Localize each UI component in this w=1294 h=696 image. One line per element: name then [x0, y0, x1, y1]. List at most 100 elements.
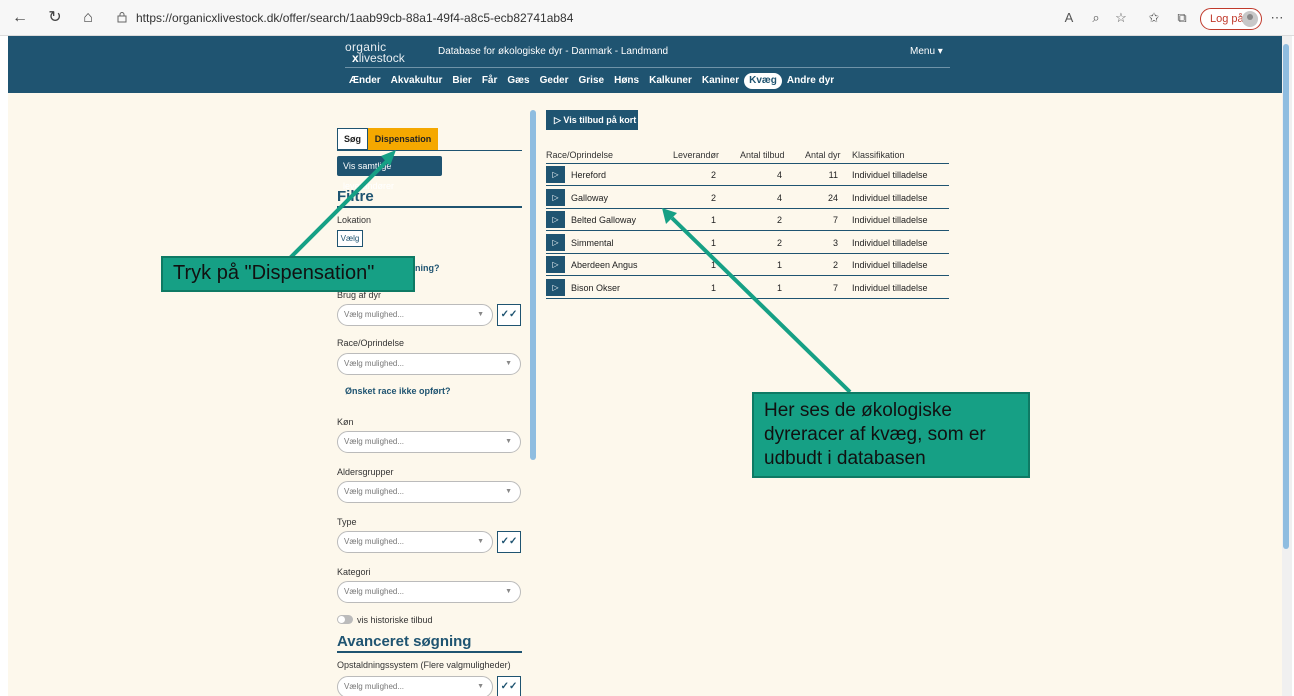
type-select[interactable]: Vælg mulighed... ▼ — [337, 531, 493, 553]
cell-suppliers: 2 — [710, 192, 716, 203]
table-row[interactable]: ▷ Aberdeen Angus 1 1 2 Individuel tilladelse — [546, 254, 949, 277]
cell-breed: Galloway — [571, 192, 609, 203]
filter-panel-scrollbar[interactable] — [530, 110, 536, 460]
table-row[interactable]: ▷ Belted Galloway 1 2 7 Individuel tilladelse — [546, 209, 949, 232]
advanced-divider — [337, 651, 522, 653]
column-header-classification[interactable]: Klassifikation — [852, 150, 905, 160]
cell-suppliers: 1 — [710, 260, 716, 271]
nav-item-2[interactable]: Bier — [447, 73, 476, 89]
cell-offers: 1 — [776, 260, 782, 271]
nav-item-6[interactable]: Grise — [574, 73, 610, 89]
home-icon[interactable]: ⌂ — [78, 9, 98, 27]
nav-item-9[interactable]: Kaniner — [697, 73, 744, 89]
nav-item-1[interactable]: Akvakultur — [386, 73, 448, 89]
lock-icon — [117, 12, 127, 23]
cell-animals: 2 — [832, 260, 838, 271]
cell-animals: 11 — [828, 170, 838, 180]
chevron-down-icon: ▼ — [505, 588, 512, 595]
location-choose-button[interactable]: Vælg — [337, 230, 363, 247]
housing-select[interactable]: Vælg mulighed... ▼ — [337, 676, 493, 696]
zoom-icon[interactable]: ⌕ — [1087, 10, 1105, 26]
column-header-animals[interactable]: Antal dyr — [805, 150, 841, 160]
column-header-suppliers[interactable]: Leverandør — [673, 150, 719, 160]
play-icon: ▷ — [554, 115, 564, 125]
housing-select-all-button[interactable]: ✓✓ — [497, 676, 521, 696]
expand-row-icon[interactable]: ▷ — [546, 256, 565, 274]
nav-item-0[interactable]: Ænder — [344, 73, 386, 89]
back-icon[interactable]: ← — [10, 9, 30, 27]
cell-breed: Bison Okser — [571, 283, 621, 293]
callout-breeds-line1: Her ses de økologiske — [764, 400, 952, 421]
chevron-down-icon: ▼ — [505, 488, 512, 495]
browser-toolbar: ← ↻ ⌂ https://organicxlivestock.dk/offer… — [0, 0, 1294, 36]
history-toggle[interactable] — [337, 615, 353, 624]
cell-animals: 7 — [832, 283, 838, 293]
history-toggle-label: vis historiske tilbud — [357, 615, 433, 625]
table-row[interactable]: ▷ Bison Okser 1 1 7 Individuel tilladelse — [546, 277, 949, 299]
favorite-add-icon[interactable]: ☆ — [1112, 10, 1130, 26]
category-select-value: Vælg mulighed... — [344, 587, 405, 596]
age-select[interactable]: Vælg mulighed... ▼ — [337, 481, 521, 503]
advanced-search-heading: Avanceret søgning — [337, 633, 472, 650]
sex-select-value: Vælg mulighed... — [344, 437, 405, 446]
callout-breeds-line2: dyreracer af kvæg, som er — [764, 424, 986, 445]
filters-heading: Filtre — [337, 188, 374, 205]
tab-divider — [337, 150, 522, 151]
menu-button[interactable]: Menu ▾ — [910, 46, 943, 57]
table-row[interactable]: ▷ Galloway 2 4 24 Individuel tilladelse — [546, 187, 949, 209]
page-scrollbar[interactable] — [1282, 36, 1292, 696]
type-select-value: Vælg mulighed... — [344, 537, 405, 546]
column-header-offers[interactable]: Antal tilbud — [740, 150, 785, 160]
logo-livestock: livestock — [358, 51, 405, 65]
breed-missing-link[interactable]: Ønsket race ikke opført? — [345, 386, 451, 396]
sex-select[interactable]: Vælg mulighed... ▼ — [337, 431, 521, 453]
tab-search[interactable]: Søg — [337, 128, 368, 150]
age-select-value: Vælg mulighed... — [344, 487, 405, 496]
read-aloud-icon[interactable]: A — [1060, 10, 1078, 25]
column-header-breed[interactable]: Race/Oprindelse — [546, 150, 613, 160]
nav-item-4[interactable]: Gæs — [502, 73, 534, 89]
nav-item-8[interactable]: Kalkuner — [644, 73, 697, 89]
use-select-all-button[interactable]: ✓✓ — [497, 304, 521, 326]
question-link[interactable]: ning? — [415, 263, 440, 273]
category-select[interactable]: Vælg mulighed... ▼ — [337, 581, 521, 603]
cell-classification: Individuel tilladelse — [852, 283, 928, 293]
reload-icon[interactable]: ↻ — [45, 9, 65, 27]
expand-row-icon[interactable]: ▷ — [546, 279, 565, 296]
show-all-suppliers-button[interactable]: Vis samtlige leverandører — [337, 156, 442, 191]
nav-item-7[interactable]: Høns — [609, 73, 644, 89]
use-select[interactable]: Vælg mulighed... ▼ — [337, 304, 493, 326]
address-bar[interactable]: https://organicxlivestock.dk/offer/searc… — [136, 11, 573, 25]
callout-dispensation: Tryk på "Dispensation" — [161, 256, 415, 292]
nav-item-3[interactable]: Får — [477, 73, 503, 89]
filters-divider — [337, 206, 522, 208]
use-select-value: Vælg mulighed... — [344, 310, 405, 319]
page-scrollbar-thumb[interactable] — [1283, 44, 1289, 549]
nav-item-5[interactable]: Geder — [535, 73, 574, 89]
nav-item-11[interactable]: Andre dyr — [782, 73, 839, 89]
tab-dispensation[interactable]: Dispensation — [368, 128, 438, 150]
expand-row-icon[interactable]: ▷ — [546, 166, 565, 183]
login-button[interactable]: Log på — [1200, 8, 1262, 30]
more-icon[interactable]: ⋯ — [1268, 10, 1286, 26]
favorites-icon[interactable]: ✩ — [1145, 10, 1163, 26]
expand-row-icon[interactable]: ▷ — [546, 233, 565, 251]
collections-icon[interactable]: ⧉ — [1173, 10, 1191, 26]
cell-suppliers: 1 — [710, 237, 716, 248]
cell-classification: Individuel tilladelse — [852, 192, 928, 203]
type-select-all-button[interactable]: ✓✓ — [497, 531, 521, 553]
breed-select[interactable]: Vælg mulighed... ▼ — [337, 353, 521, 375]
show-offers-on-map-button[interactable]: ▷ Vis tilbud på kort — [546, 110, 638, 130]
table-row[interactable]: ▷ Hereford 2 4 11 Individuel tilladelse — [546, 164, 949, 186]
logo-text-bottom[interactable]: xlivestock — [352, 51, 405, 65]
header-divider — [345, 67, 950, 68]
expand-row-icon[interactable]: ▷ — [546, 188, 565, 206]
cell-offers: 4 — [776, 192, 782, 203]
cell-breed: Simmental — [571, 237, 614, 248]
cell-suppliers: 1 — [710, 283, 716, 293]
age-label: Aldersgrupper — [337, 467, 394, 477]
cell-animals: 24 — [827, 192, 838, 203]
table-row[interactable]: ▷ Simmental 1 2 3 Individuel tilladelse — [546, 232, 949, 254]
nav-item-10[interactable]: Kvæg — [744, 73, 782, 89]
expand-row-icon[interactable]: ▷ — [546, 211, 565, 229]
